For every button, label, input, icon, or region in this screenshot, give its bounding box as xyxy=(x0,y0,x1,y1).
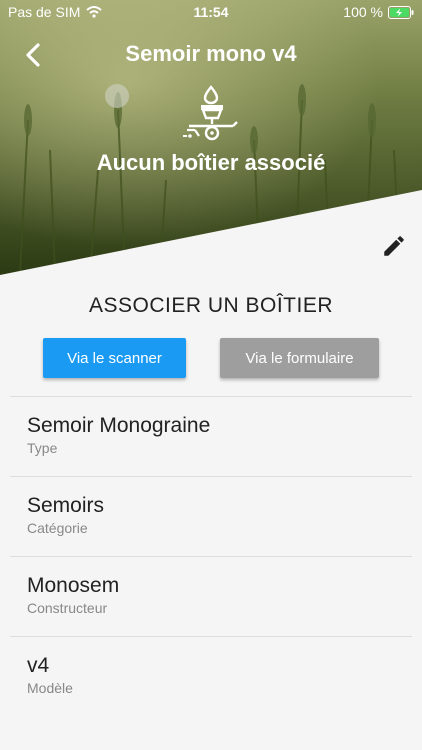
status-bar: Pas de SIM 11:54 100 % xyxy=(0,0,422,24)
detail-label: Modèle xyxy=(27,680,73,696)
associate-section-title: ASSOCIER UN BOÎTIER xyxy=(88,294,334,317)
detail-label: Catégorie xyxy=(27,520,88,536)
detail-value: Monosem xyxy=(27,574,120,597)
detail-row-type: Semoir Monograine Type xyxy=(10,396,412,476)
edit-pencil-icon xyxy=(384,236,404,256)
detail-row-category: Semoirs Catégorie xyxy=(10,476,412,556)
back-button[interactable] xyxy=(18,40,48,70)
edit-button[interactable] xyxy=(380,232,408,260)
detail-label: Type xyxy=(27,440,58,456)
battery-indicator: 100 % xyxy=(343,4,414,20)
detail-row-manufacturer: Monosem Constructeur xyxy=(10,556,412,636)
battery-percentage: 100 % xyxy=(343,4,383,20)
scanner-button[interactable]: Via le scanner xyxy=(43,338,186,378)
detail-row-model: v4 Modèle xyxy=(10,636,412,716)
app-screen: Pas de SIM 11:54 100 % Semoir mono v4 Au… xyxy=(0,0,422,750)
detail-value: Semoirs xyxy=(27,494,105,517)
back-arrow-icon xyxy=(26,43,40,67)
page-title: Semoir mono v4 xyxy=(125,41,297,66)
equipment-details-list: Semoir Monograine Type Semoirs Catégorie… xyxy=(10,396,412,716)
seeder-icon xyxy=(183,85,238,141)
detail-label: Constructeur xyxy=(27,600,108,616)
association-status: Aucun boîtier associé xyxy=(96,150,326,175)
detail-value: v4 xyxy=(27,654,50,677)
detail-value: Semoir Monograine xyxy=(27,414,211,437)
battery-charging-icon xyxy=(388,5,414,19)
form-button[interactable]: Via le formulaire xyxy=(220,338,379,378)
header-banner: Pas de SIM 11:54 100 % Semoir mono v4 Au… xyxy=(0,0,422,275)
